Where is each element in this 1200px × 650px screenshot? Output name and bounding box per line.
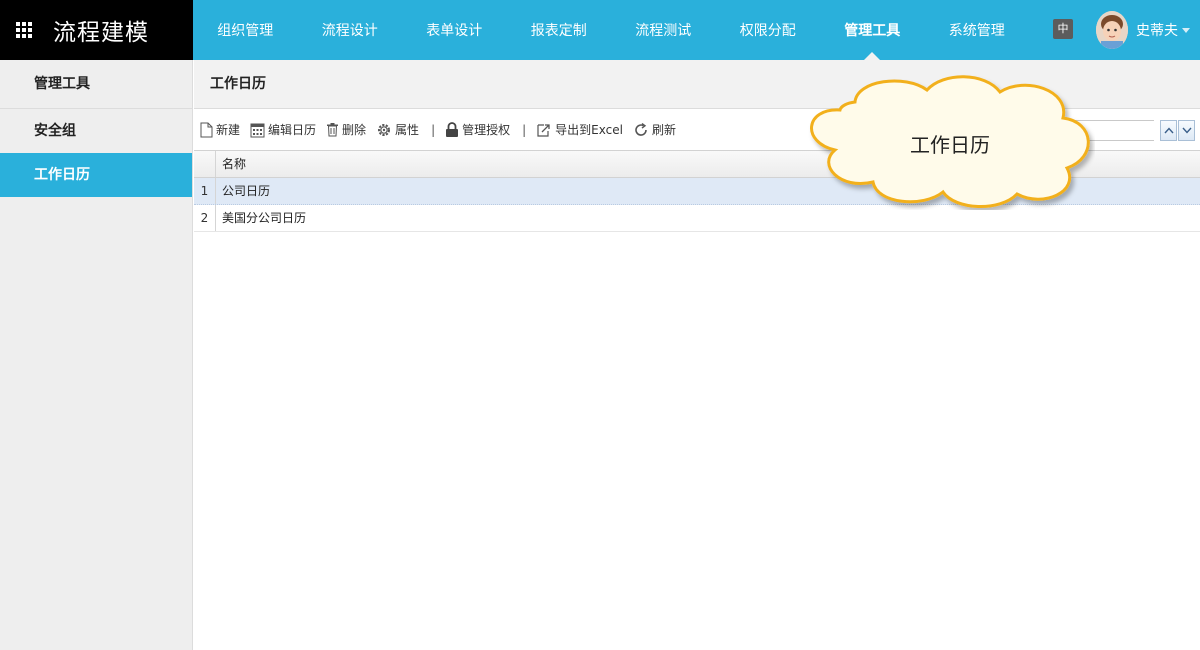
nav-item-admin-tools[interactable]: 管理工具 <box>820 0 925 60</box>
nav-item-process-test[interactable]: 流程测试 <box>611 0 716 60</box>
manage-auth-label: 管理授权 <box>462 123 511 137</box>
nav-item-permissions[interactable]: 权限分配 <box>716 0 821 60</box>
nav-item-process-design[interactable]: 流程设计 <box>298 0 403 60</box>
main-nav: 组织管理 流程设计 表单设计 报表定制 流程测试 权限分配 管理工具 系统管理 <box>193 0 1029 60</box>
user-name[interactable]: 史蒂夫 <box>1136 0 1178 60</box>
avatar[interactable] <box>1096 11 1128 49</box>
refresh-button[interactable]: 刷新 <box>633 121 676 138</box>
chevron-down-icon <box>1181 127 1192 134</box>
chevron-up-icon <box>1163 127 1174 134</box>
apps-grid-icon[interactable] <box>16 21 33 39</box>
trash-icon <box>327 123 339 137</box>
new-document-icon <box>200 122 213 137</box>
language-button[interactable]: 中 <box>1053 19 1073 39</box>
top-bar: 流程建模 组织管理 流程设计 表单设计 报表定制 流程测试 权限分配 管理工具 … <box>0 0 1200 60</box>
new-label: 新建 <box>216 123 241 137</box>
edit-calendar-button[interactable]: 编辑日历 <box>250 121 316 138</box>
delete-button[interactable]: 删除 <box>326 121 366 138</box>
edit-calendar-label: 编辑日历 <box>268 123 317 137</box>
delete-label: 删除 <box>342 123 367 137</box>
row-number: 1 <box>194 178 216 204</box>
nav-item-system[interactable]: 系统管理 <box>925 0 1030 60</box>
manage-auth-button[interactable]: 管理授权 <box>445 121 510 138</box>
scroll-up-button[interactable] <box>1160 120 1177 141</box>
sidebar: 管理工具 安全组 工作日历 <box>0 60 193 650</box>
brand: 流程建模 <box>0 0 193 60</box>
caret-down-icon[interactable] <box>1182 28 1190 33</box>
toolbar-separator: | <box>522 122 527 137</box>
row-number: 2 <box>194 205 216 231</box>
sidebar-item-security-group[interactable]: 安全组 <box>0 109 192 153</box>
export-excel-button[interactable]: 导出到Excel <box>536 121 623 138</box>
toolbar-separator: | <box>431 122 436 137</box>
refresh-icon <box>635 122 647 136</box>
export-icon <box>537 123 550 137</box>
lock-icon <box>446 121 459 137</box>
properties-label: 属性 <box>395 123 420 137</box>
nav-item-org[interactable]: 组织管理 <box>193 0 298 60</box>
nav-item-form-design[interactable]: 表单设计 <box>402 0 507 60</box>
new-button[interactable]: 新建 <box>200 121 240 138</box>
calendar-icon <box>250 123 265 137</box>
export-label: 导出到Excel <box>555 123 623 137</box>
sidebar-header: 管理工具 <box>0 60 192 109</box>
refresh-label: 刷新 <box>651 123 676 137</box>
callout-text: 工作日历 <box>910 133 990 157</box>
avatar-image <box>1096 11 1128 49</box>
app-title: 流程建模 <box>53 20 149 46</box>
scroll-down-button[interactable] <box>1178 120 1195 141</box>
properties-button[interactable]: 属性 <box>376 121 419 138</box>
sidebar-item-work-calendar[interactable]: 工作日历 <box>0 153 192 197</box>
row-number-header <box>194 151 216 177</box>
nav-item-report[interactable]: 报表定制 <box>507 0 612 60</box>
gear-icon <box>378 123 391 136</box>
